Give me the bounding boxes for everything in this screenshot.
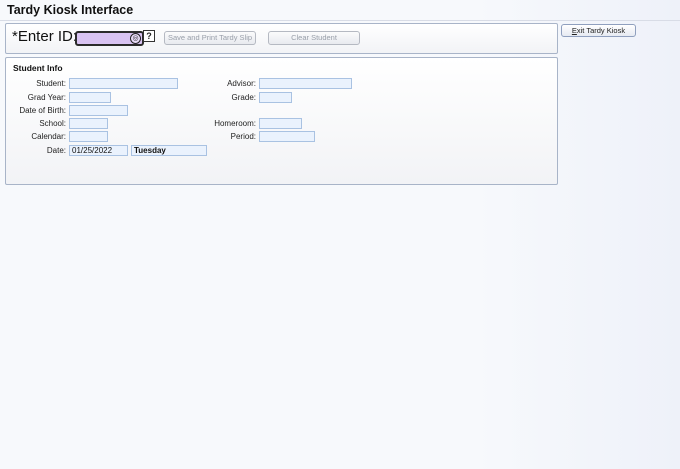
id-input[interactable]: ◎	[75, 31, 144, 46]
date-of-birth-field	[69, 105, 128, 116]
exit-button-label: xit Tardy Kiosk	[576, 26, 626, 35]
date-of-birth-label: Date of Birth:	[19, 106, 66, 115]
homeroom-label: Homeroom:	[214, 119, 256, 128]
student-info-panel: Student Info Student: Grad Year: Date of…	[5, 57, 558, 185]
fingerprint-icon[interactable]: ◎	[130, 33, 141, 44]
title-divider	[0, 20, 680, 21]
homeroom-field	[259, 118, 302, 129]
grade-label: Grade:	[231, 93, 256, 102]
id-entry-panel: *Enter ID: ◎ ? Save and Print Tardy Slip…	[5, 23, 558, 54]
school-label: School:	[39, 119, 66, 128]
school-field	[69, 118, 108, 129]
period-label: Period:	[230, 132, 256, 141]
calendar-field	[69, 131, 108, 142]
advisor-label: Advisor:	[227, 79, 256, 88]
grad-year-field	[69, 92, 111, 103]
grade-field	[259, 92, 292, 103]
date-field: 01/25/2022	[69, 145, 128, 156]
student-label: Student:	[36, 79, 66, 88]
student-field	[69, 78, 178, 89]
page-title: Tardy Kiosk Interface	[7, 3, 134, 17]
grad-year-label: Grad Year:	[27, 93, 66, 102]
date-label: Date:	[46, 146, 66, 155]
help-icon[interactable]: ?	[143, 30, 155, 42]
advisor-field	[259, 78, 352, 89]
day-field: Tuesday	[131, 145, 207, 156]
exit-tardy-kiosk-button[interactable]: Exit Tardy Kiosk	[561, 24, 636, 37]
save-and-print-button[interactable]: Save and Print Tardy Slip	[164, 31, 256, 45]
clear-student-button[interactable]: Clear Student	[268, 31, 360, 45]
period-field	[259, 131, 315, 142]
student-info-heading: Student Info	[13, 63, 63, 73]
enter-id-label: *Enter ID:	[12, 28, 78, 45]
calendar-label: Calendar:	[31, 132, 66, 141]
